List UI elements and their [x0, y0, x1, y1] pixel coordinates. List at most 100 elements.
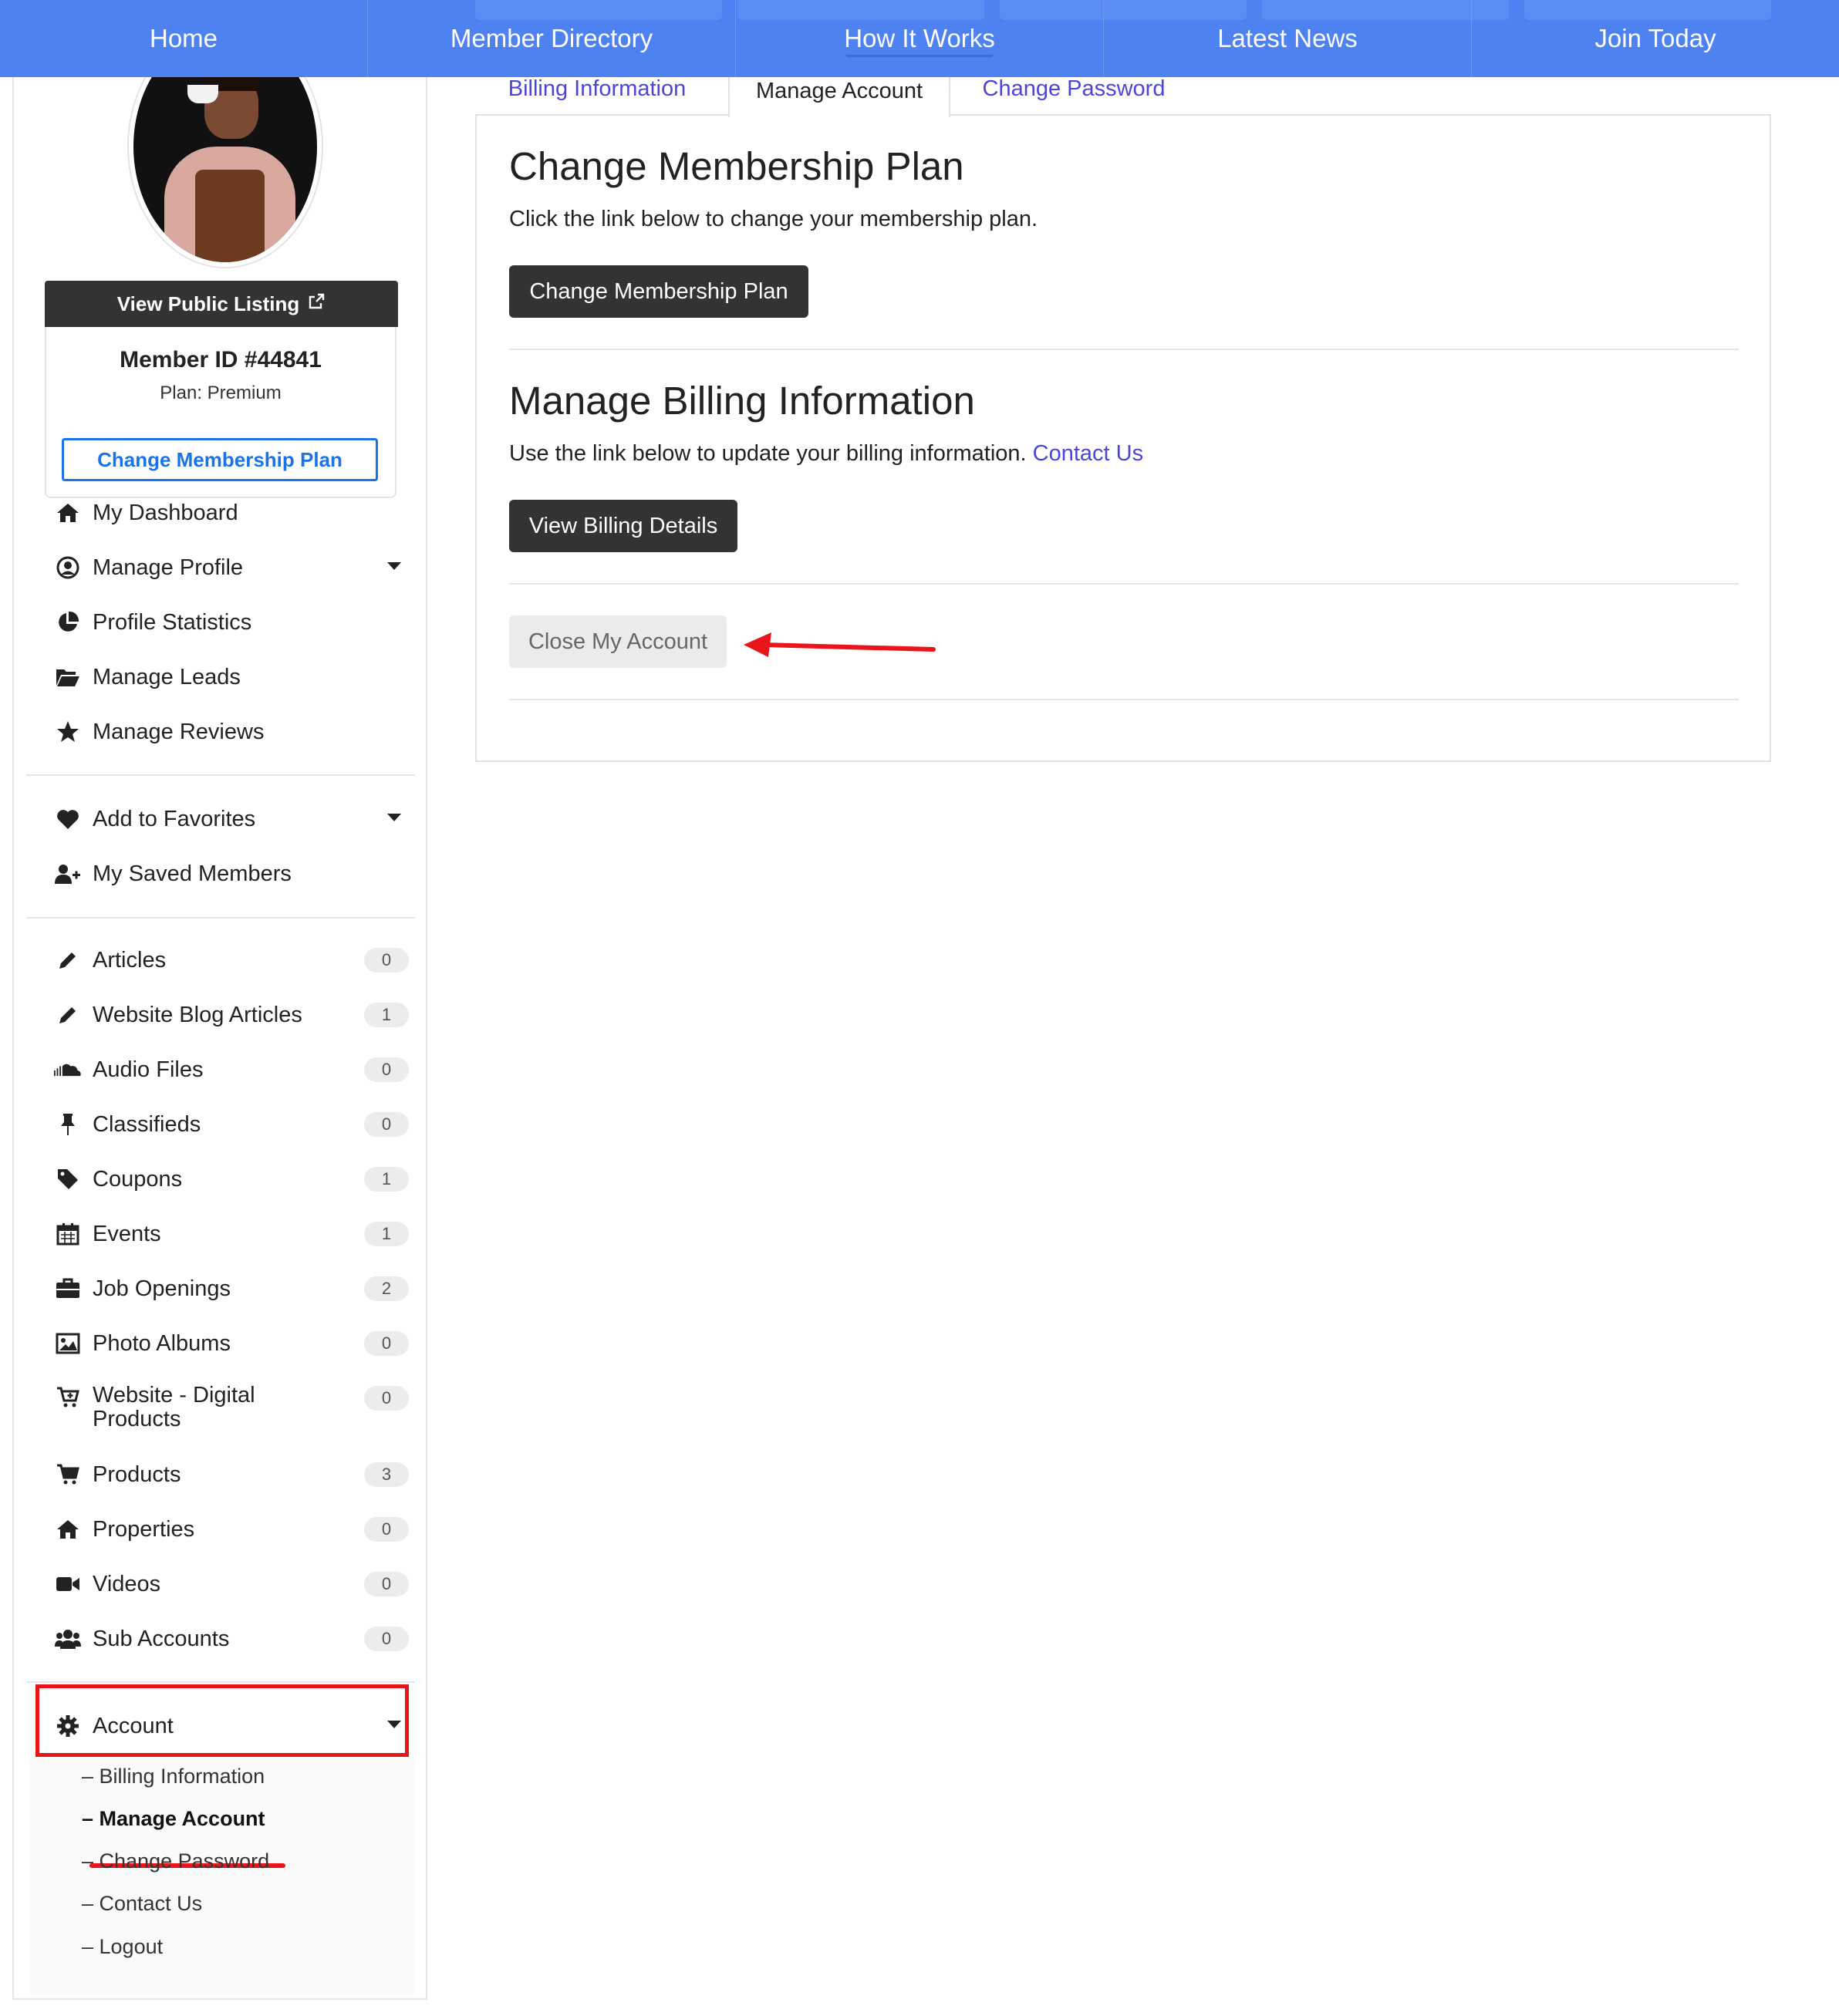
sidebar-item-products[interactable]: Products 3 — [54, 1455, 409, 1494]
sidebar-item-label: Sub Accounts — [93, 1626, 230, 1651]
sidebar-item-label: Products — [93, 1461, 181, 1487]
sidebar-item-my-dashboard[interactable]: My Dashboard — [54, 494, 409, 532]
close-my-account-button[interactable]: Close My Account — [509, 615, 727, 668]
thumbtack-icon — [54, 1112, 82, 1137]
member-id: Member ID #44841 — [120, 347, 322, 373]
chevron-down-icon[interactable] — [387, 814, 401, 821]
sidebar-item-profile-statistics[interactable]: Profile Statistics — [54, 603, 409, 642]
manage-account-panel: Change Membership Plan Click the link be… — [475, 114, 1771, 762]
sidebar-item-audio-files[interactable]: Audio Files 0 — [54, 1050, 409, 1089]
contact-us-link[interactable]: Contact Us — [1033, 441, 1143, 466]
sidebar-item-job-openings[interactable]: Job Openings 2 — [54, 1269, 409, 1308]
sidebar-divider — [26, 1681, 415, 1683]
change-plan-button[interactable]: Change Membership Plan — [509, 265, 808, 318]
home-icon — [54, 1517, 82, 1542]
sidebar-item-label: Profile Statistics — [93, 609, 252, 635]
sidebar-item-label: Manage Profile — [93, 555, 244, 580]
image-icon — [54, 1331, 82, 1356]
nav-how-it-works-label: How It Works — [844, 24, 995, 52]
video-icon — [54, 1572, 82, 1596]
pie-chart-icon — [54, 610, 82, 635]
sidebar-item-website-digital-products[interactable]: Website - Digital Products 0 — [54, 1379, 409, 1436]
plan-label: Plan: Premium — [160, 383, 282, 403]
home-icon — [54, 501, 82, 525]
nav-how-it-works[interactable]: How It Works — [736, 0, 1104, 77]
external-link-icon — [307, 292, 326, 316]
sidebar-item-photo-albums[interactable]: Photo Albums 0 — [54, 1324, 409, 1363]
billing-heading: Manage Billing Information — [509, 379, 975, 423]
sidebar-item-website-blog-articles[interactable]: Website Blog Articles 1 — [54, 996, 409, 1034]
view-public-listing-label: View Public Listing — [116, 292, 300, 315]
briefcase-icon — [54, 1276, 82, 1301]
sidebar-item-label: Events — [93, 1221, 161, 1246]
count-badge: 0 — [364, 1627, 409, 1651]
sidebar-item-classifieds[interactable]: Classifieds 0 — [54, 1105, 409, 1144]
users-icon — [54, 1627, 82, 1651]
top-navigation: Home Member Directory How It Works Lates… — [0, 0, 1839, 77]
user-circle-icon — [54, 555, 82, 580]
sidebar-item-label: Classifieds — [93, 1111, 201, 1137]
sidebar-item-add-to-favorites[interactable]: Add to Favorites — [54, 800, 409, 838]
change-plan-text: Click the link below to change your memb… — [509, 207, 1038, 231]
chevron-down-icon[interactable] — [387, 562, 401, 570]
sidebar-item-label: Add to Favorites — [93, 806, 256, 831]
view-billing-details-button[interactable]: View Billing Details — [509, 500, 737, 552]
sidebar-divider — [26, 917, 415, 919]
sidebar-item-label-line2: Products — [93, 1407, 181, 1431]
sidebar-item-manage-reviews[interactable]: Manage Reviews — [54, 713, 409, 751]
count-badge: 1 — [364, 1167, 409, 1192]
sidebar-item-events[interactable]: Events 1 — [54, 1215, 409, 1253]
count-badge: 0 — [364, 948, 409, 973]
submenu-billing-information[interactable]: – Billing Information — [82, 1761, 265, 1792]
nav-member-directory[interactable]: Member Directory — [368, 0, 736, 77]
count-badge: 0 — [364, 1057, 409, 1082]
cart-icon — [54, 1462, 82, 1487]
sidebar-item-manage-leads[interactable]: Manage Leads — [54, 658, 409, 696]
star-icon — [54, 720, 82, 744]
count-badge: 2 — [364, 1276, 409, 1301]
sidebar-item-label: My Saved Members — [93, 861, 292, 886]
sidebar-item-label: Manage Leads — [93, 664, 241, 689]
sidebar-item-label: Website Blog Articles — [93, 1002, 302, 1027]
pencil-icon — [54, 948, 82, 973]
change-plan-heading: Change Membership Plan — [509, 144, 964, 188]
submenu-contact-us[interactable]: – Contact Us — [82, 1888, 202, 1919]
sidebar-item-sub-accounts[interactable]: Sub Accounts 0 — [54, 1620, 409, 1658]
sidebar-item-label: Coupons — [93, 1166, 183, 1192]
sidebar-item-label: Manage Reviews — [93, 719, 265, 744]
nav-home[interactable]: Home — [0, 0, 368, 77]
submenu-logout[interactable]: – Logout — [82, 1931, 163, 1962]
sidebar-item-properties[interactable]: Properties 0 — [54, 1510, 409, 1549]
nav-latest-news[interactable]: Latest News — [1104, 0, 1472, 77]
section-divider — [509, 699, 1739, 700]
billing-text: Use the link below to update your billin… — [509, 441, 1143, 467]
sidebar-item-videos[interactable]: Videos 0 — [54, 1565, 409, 1603]
heart-icon — [54, 807, 82, 831]
soundcloud-icon — [54, 1057, 82, 1082]
sidebar-item-label: Articles — [93, 947, 167, 973]
section-divider — [509, 349, 1739, 350]
section-divider — [509, 583, 1739, 585]
submenu-change-password[interactable]: – Change Password — [82, 1846, 269, 1876]
sidebar-item-label-line1: Website - Digital — [93, 1383, 255, 1407]
sidebar: View Public Listing Member ID #44841 Pla… — [12, 31, 427, 2000]
tag-icon — [54, 1167, 82, 1192]
count-badge: 0 — [364, 1517, 409, 1542]
sidebar-change-plan-button[interactable]: Change Membership Plan — [62, 438, 378, 481]
sidebar-item-label: Photo Albums — [93, 1330, 231, 1356]
nav-join-today[interactable]: Join Today — [1472, 0, 1839, 77]
sidebar-item-manage-profile[interactable]: Manage Profile — [54, 548, 409, 587]
view-public-listing-button[interactable]: View Public Listing — [45, 281, 398, 327]
submenu-manage-account[interactable]: – Manage Account — [82, 1803, 265, 1834]
sidebar-item-my-saved-members[interactable]: My Saved Members — [54, 855, 409, 893]
count-badge: 0 — [364, 1112, 409, 1137]
annotation-highlight-box — [35, 1684, 409, 1757]
sidebar-item-coupons[interactable]: Coupons 1 — [54, 1160, 409, 1198]
sidebar-divider — [26, 774, 415, 776]
annotation-arrow — [744, 632, 936, 657]
count-badge: 0 — [364, 1572, 409, 1596]
count-badge: 0 — [364, 1386, 409, 1411]
sidebar-item-articles[interactable]: Articles 0 — [54, 941, 409, 979]
pencil-icon — [54, 1003, 82, 1027]
sidebar-item-label: Job Openings — [93, 1276, 231, 1301]
